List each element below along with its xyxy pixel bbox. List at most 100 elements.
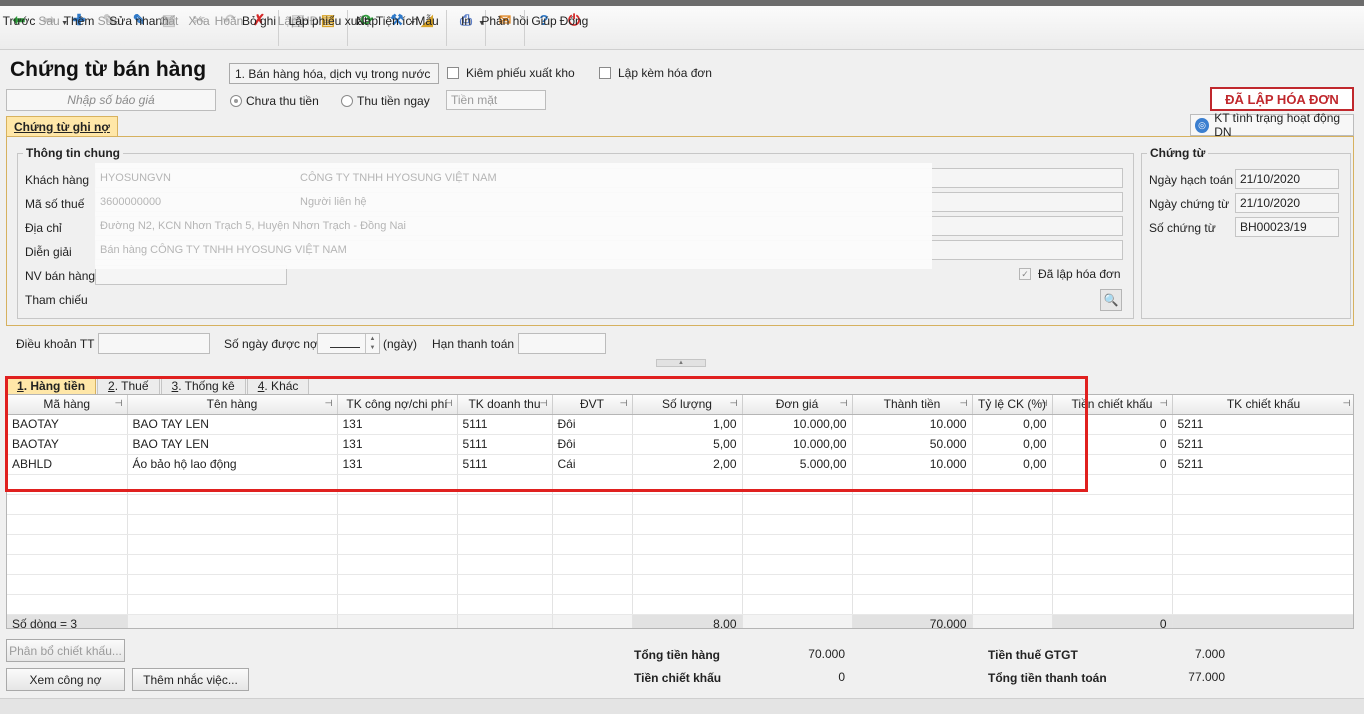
table-cell[interactable] bbox=[742, 474, 853, 495]
table-cell[interactable] bbox=[972, 534, 1053, 555]
table-cell[interactable] bbox=[337, 534, 458, 555]
splitter-handle[interactable]: ▲ bbox=[656, 359, 706, 367]
empty-row[interactable] bbox=[7, 494, 1353, 515]
table-cell[interactable] bbox=[337, 574, 458, 595]
column-header[interactable]: Thành tiền ⊣ bbox=[852, 395, 973, 415]
tab-tax[interactable]: 2. Thuế bbox=[97, 376, 160, 394]
table-cell[interactable] bbox=[337, 494, 458, 515]
table-cell[interactable] bbox=[7, 594, 128, 615]
table-cell[interactable]: ABHLD bbox=[7, 454, 128, 475]
table-cell[interactable]: 1,00 bbox=[632, 414, 743, 435]
table-cell[interactable] bbox=[1052, 514, 1173, 535]
allocate-discount-button[interactable]: Phân bổ chiết khấu... bbox=[6, 639, 125, 662]
table-cell[interactable]: BAO TAY LEN bbox=[127, 434, 338, 455]
checkbox-box[interactable] bbox=[447, 67, 459, 79]
table-cell[interactable] bbox=[632, 574, 743, 595]
table-cell[interactable] bbox=[852, 534, 973, 555]
payment-method-select[interactable]: Tiền mặt bbox=[446, 90, 546, 110]
toolbar-button-utilities[interactable]: ⚒ Tiện ích ▼ bbox=[376, 6, 418, 30]
table-row[interactable]: BAOTAY BAO TAY LEN 131 5111 Đôi 1,00 10.000,00… bbox=[7, 414, 1353, 435]
table-cell[interactable]: 5,00 bbox=[632, 434, 743, 455]
table-cell[interactable] bbox=[457, 514, 553, 535]
add-reminder-button[interactable]: Thêm nhắc việc... bbox=[132, 668, 249, 691]
table-cell[interactable] bbox=[972, 494, 1053, 515]
payment-terms-field[interactable] bbox=[98, 333, 210, 354]
table-cell[interactable] bbox=[127, 554, 338, 575]
toolbar-button-arrow-right[interactable]: ➡ Sau ▼ bbox=[34, 6, 68, 30]
invoiced-checkbox[interactable]: ✓ Đã lập hóa đơn bbox=[1019, 267, 1121, 281]
table-cell[interactable] bbox=[457, 534, 553, 555]
table-cell[interactable]: 5211 bbox=[1172, 434, 1353, 455]
doc-date-field[interactable]: 21/10/2020 bbox=[1235, 193, 1339, 213]
table-cell[interactable]: 2,00 bbox=[632, 454, 743, 475]
table-cell[interactable] bbox=[1172, 474, 1353, 495]
toolbar-button-feedback-mail[interactable]: ✉ Phản hồi bbox=[481, 6, 528, 30]
table-cell[interactable] bbox=[7, 514, 128, 535]
column-header[interactable]: Mã hàng ⊣ bbox=[7, 395, 128, 415]
table-cell[interactable] bbox=[1052, 554, 1173, 575]
column-header[interactable]: ĐVT ⊣ bbox=[552, 395, 633, 415]
table-cell[interactable] bbox=[337, 594, 458, 615]
column-header[interactable]: Số lượng ⊣ bbox=[632, 395, 743, 415]
tab-statistics[interactable]: 3. Thống kê bbox=[160, 376, 246, 394]
table-cell[interactable] bbox=[337, 554, 458, 575]
table-cell[interactable] bbox=[127, 514, 338, 535]
table-cell[interactable] bbox=[1052, 494, 1173, 515]
table-cell[interactable] bbox=[552, 534, 633, 555]
table-cell[interactable] bbox=[972, 474, 1053, 495]
toolbar-button-delete[interactable]: ✂ Xóa bbox=[184, 6, 214, 30]
table-cell[interactable] bbox=[972, 574, 1053, 595]
check-business-status-button[interactable]: ◎ KT tình trạng hoạt động DN bbox=[1190, 111, 1354, 139]
table-cell[interactable] bbox=[7, 574, 128, 595]
empty-row[interactable] bbox=[7, 474, 1353, 495]
table-cell[interactable]: 10.000,00 bbox=[742, 414, 853, 435]
table-cell[interactable] bbox=[1172, 594, 1353, 615]
table-cell[interactable]: 131 bbox=[337, 454, 458, 475]
table-cell[interactable]: 5111 bbox=[457, 454, 553, 475]
table-cell[interactable] bbox=[742, 594, 853, 615]
posting-date-field[interactable]: 21/10/2020 bbox=[1235, 169, 1339, 189]
table-cell[interactable]: BAOTAY bbox=[7, 434, 128, 455]
table-cell[interactable] bbox=[632, 494, 743, 515]
table-cell[interactable] bbox=[742, 514, 853, 535]
table-cell[interactable]: 10.000,00 bbox=[742, 434, 853, 455]
table-cell[interactable] bbox=[1172, 494, 1353, 515]
empty-row[interactable] bbox=[7, 594, 1353, 615]
toolbar-button-undo[interactable]: ↶ Hoãn bbox=[214, 6, 244, 30]
table-cell[interactable]: 0 bbox=[1052, 434, 1173, 455]
pin-icon[interactable]: ⊣ bbox=[960, 398, 968, 409]
table-cell[interactable]: 5211 bbox=[1172, 414, 1353, 435]
table-cell[interactable] bbox=[852, 494, 973, 515]
credit-days-stepper[interactable]: ▲ ▼ bbox=[317, 333, 380, 354]
table-cell[interactable] bbox=[7, 494, 128, 515]
tab-goods-money[interactable]: 1. Hàng tiền bbox=[6, 376, 97, 394]
table-cell[interactable]: Đôi bbox=[552, 434, 633, 455]
table-cell[interactable] bbox=[742, 494, 853, 515]
column-header[interactable]: Đơn giá ⊣ bbox=[742, 395, 853, 415]
table-cell[interactable] bbox=[552, 474, 633, 495]
table-cell[interactable]: BAO TAY LEN bbox=[127, 414, 338, 435]
column-header[interactable]: TK chiết khấu ⊣ bbox=[1172, 395, 1353, 415]
toolbar-button-create-issue-slip[interactable]: ▤ Lập phiếu xuất bbox=[289, 6, 368, 30]
table-cell[interactable]: 10.000 bbox=[852, 414, 973, 435]
table-cell[interactable] bbox=[742, 554, 853, 575]
table-cell[interactable] bbox=[1052, 594, 1173, 615]
toolbar-button-add-document[interactable]: ✚ Thêm bbox=[64, 6, 95, 30]
column-header[interactable]: Tiền chiết khấu ⊣ bbox=[1052, 395, 1173, 415]
column-header[interactable]: Tỷ lệ CK (%) ⊣ bbox=[972, 395, 1053, 415]
table-cell[interactable] bbox=[552, 494, 633, 515]
table-cell[interactable]: 50.000 bbox=[852, 434, 973, 455]
toolbar-button-close-power[interactable]: ⏻ Đóng bbox=[559, 6, 589, 30]
table-cell[interactable] bbox=[127, 494, 338, 515]
pin-icon[interactable]: ⊣ bbox=[1040, 398, 1048, 409]
table-row[interactable]: ABHLD Áo bảo hộ lao động 131 5111 Cái 2,00 5.0… bbox=[7, 454, 1353, 475]
table-cell[interactable] bbox=[337, 474, 458, 495]
empty-row[interactable] bbox=[7, 514, 1353, 535]
table-cell[interactable] bbox=[7, 554, 128, 575]
table-cell[interactable] bbox=[632, 514, 743, 535]
toolbar-button-quick-edit[interactable]: ✎ Sửa nhanh bbox=[109, 6, 168, 30]
table-cell[interactable]: 0,00 bbox=[972, 414, 1053, 435]
export-slip-checkbox[interactable]: Kiêm phiếu xuất kho bbox=[447, 66, 575, 80]
table-cell[interactable]: BAOTAY bbox=[7, 414, 128, 435]
quote-number-input[interactable]: Nhập số báo giá bbox=[6, 89, 216, 111]
